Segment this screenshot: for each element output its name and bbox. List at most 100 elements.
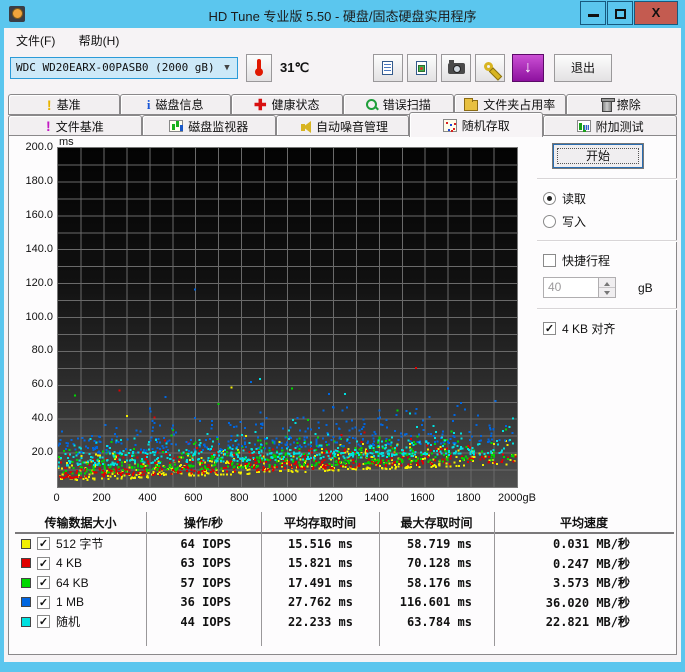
table-header-row: 传输数据大小 操作/秒 平均存取时间 最大存取时间 平均速度	[15, 512, 674, 532]
health-cross-icon: ✚	[253, 96, 267, 114]
options-button[interactable]	[475, 54, 505, 82]
read-radio[interactable]	[543, 192, 556, 205]
screenshot-button[interactable]	[441, 54, 471, 82]
y-axis-tick-label: 40.0	[31, 412, 53, 425]
x-axis-tick-label: 2000gB	[498, 492, 536, 504]
title-bar[interactable]: HD Tune 专业版 5.50 - 硬盘/固态硬盘实用程序 X	[0, 0, 685, 28]
y-axis-tick-label: 20.0	[31, 446, 53, 459]
series-color-swatch	[21, 558, 31, 569]
series-checkbox[interactable]: ✓	[37, 576, 50, 590]
minimize-button[interactable]	[580, 1, 606, 25]
column-divider	[379, 512, 380, 646]
col-header-transfer-size: 传输数据大小	[44, 515, 117, 530]
spinner-buttons	[599, 277, 616, 298]
write-radio-row[interactable]: 写入	[543, 213, 677, 230]
col-header-avg-access: 平均存取时间	[283, 515, 356, 530]
tab-file-benchmark[interactable]: ! 文件基准	[8, 115, 142, 136]
short-stroke-row[interactable]: 快捷行程	[543, 252, 677, 269]
client-area: 文件(F) 帮助(H) WDC WD20EARX-00PASB0 (2000 g…	[4, 28, 681, 662]
separator	[537, 308, 677, 310]
x-axis-tick-label: 1800	[456, 492, 481, 504]
exit-button[interactable]: 退出	[554, 54, 612, 82]
speaker-icon	[297, 120, 311, 133]
toolbar: WDC WD20EARX-00PASB0 (2000 gB) ▼ 31℃ ↓ 退…	[4, 50, 681, 94]
tab-extra-tests[interactable]: 附加测试	[543, 115, 677, 136]
tab-random-access[interactable]: 随机存取	[409, 112, 544, 137]
series-color-swatch	[21, 538, 31, 549]
random-access-page: ms 200.0 180.0 160.0 140.0 120.0 100.0 80.0 60.…	[8, 135, 677, 655]
series-label: 1 MB	[56, 595, 85, 610]
series-legend: ✓ 随机	[15, 613, 146, 630]
max-access-value: 116.601 ms	[399, 595, 472, 610]
magnifier-icon	[365, 98, 378, 111]
menu-bar: 文件(F) 帮助(H)	[4, 28, 681, 50]
minimize-icon	[588, 14, 599, 17]
x-axis-tick-label: 1200	[318, 492, 343, 504]
tab-benchmark[interactable]: ! 基准	[8, 94, 120, 115]
tab-aam[interactable]: 自动噪音管理	[275, 115, 410, 136]
table-body: ✓ 512 字节 64 IOPS 15.516 ms 58.719 ms 0.0…	[15, 534, 674, 632]
series-checkbox[interactable]: ✓	[37, 615, 50, 629]
drive-selector-dropdown[interactable]: WDC WD20EARX-00PASB0 (2000 gB) ▼	[10, 57, 238, 79]
iops-value: 44 IOPS	[180, 614, 231, 629]
series-checkbox[interactable]: ✓	[37, 556, 50, 570]
scatter-icon	[442, 118, 457, 132]
y-axis-tick-label: 180.0	[25, 174, 53, 187]
series-checkbox[interactable]: ✓	[37, 537, 50, 551]
menu-file[interactable]: 文件(F)	[8, 28, 63, 49]
x-axis-tick-label: 400	[138, 492, 157, 504]
col-header-iops: 操作/秒	[183, 515, 224, 530]
series-legend: ✓ 512 字节	[15, 535, 146, 552]
access-time-scatter-chart	[57, 147, 518, 488]
copy-text-button[interactable]	[373, 54, 403, 82]
temperature-indicator	[246, 54, 272, 82]
chevron-down-icon: ▼	[224, 63, 230, 73]
series-legend: ✓ 64 KB	[15, 576, 146, 590]
avg-speed-value: 0.247 MB/秒	[552, 556, 630, 571]
tab-health[interactable]: ✚ 健康状态	[231, 94, 343, 115]
tab-erase[interactable]: 擦除	[565, 94, 677, 115]
align-row[interactable]: ✓ 4 KB 对齐	[543, 320, 677, 337]
series-label: 512 字节	[56, 537, 104, 552]
spin-up-button[interactable]	[599, 278, 615, 288]
drive-selector-value: WDC WD20EARX-00PASB0 (2000 gB)	[16, 61, 215, 74]
read-radio-row[interactable]: 读取	[543, 190, 677, 207]
separator	[537, 240, 677, 242]
menu-help[interactable]: 帮助(H)	[71, 28, 128, 49]
copy-image-button[interactable]	[407, 54, 437, 82]
folder-icon	[464, 98, 479, 111]
series-label: 随机	[56, 615, 81, 630]
update-button[interactable]: ↓	[512, 54, 544, 82]
spin-down-button[interactable]	[599, 288, 615, 297]
y-axis-tick-label: 80.0	[31, 344, 53, 357]
avg-access-value: 22.233 ms	[287, 614, 353, 629]
capacity-input[interactable]: 40	[543, 277, 599, 298]
align-4kb-checkbox[interactable]: ✓	[543, 322, 556, 335]
x-axis-tick-label: 0	[53, 492, 60, 504]
series-checkbox[interactable]: ✓	[37, 595, 50, 609]
avg-access-value: 15.516 ms	[287, 536, 353, 551]
copy-text-icon	[379, 58, 393, 75]
column-divider	[146, 512, 147, 646]
maximize-button[interactable]	[607, 1, 633, 25]
close-button[interactable]: X	[634, 1, 678, 25]
write-radio[interactable]	[543, 215, 556, 228]
avg-speed-value: 0.031 MB/秒	[552, 537, 630, 552]
separator	[537, 178, 677, 180]
column-divider	[261, 512, 262, 646]
exclamation-icon: !	[46, 118, 51, 134]
maximize-icon	[615, 9, 626, 19]
tab-disk-info[interactable]: i 磁盘信息	[119, 94, 231, 115]
iops-value: 57 IOPS	[180, 575, 231, 590]
series-legend: ✓ 1 MB	[15, 595, 146, 609]
download-arrow-icon: ↓	[524, 59, 532, 76]
results-table: 传输数据大小 操作/秒 平均存取时间 最大存取时间 平均速度 ✓ 512 字节 …	[15, 512, 674, 650]
max-access-value: 63.784 ms	[406, 614, 472, 629]
col-header-avg-speed: 平均速度	[559, 515, 608, 530]
x-axis-tick-label: 600	[184, 492, 203, 504]
tab-disk-monitor[interactable]: 磁盘监视器	[141, 115, 276, 136]
y-axis-tick-label: 140.0	[25, 242, 53, 255]
start-button[interactable]: 开始	[552, 143, 644, 169]
camera-icon	[448, 60, 465, 74]
short-stroke-checkbox[interactable]	[543, 254, 556, 267]
